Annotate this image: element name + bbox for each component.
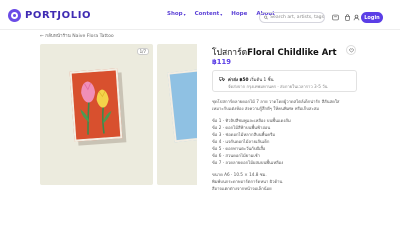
postcard-artwork-blue <box>167 67 197 143</box>
favorite-button[interactable] <box>346 45 356 55</box>
shipping-cost: ค่าส่ง ฿50 เริ่มต้น 1 ชิ้น <box>228 78 274 83</box>
truck-icon <box>219 77 225 82</box>
description-line: ข้อ 7 · ลวดลายดอกไม้ผสมบนพื้นเหลือง <box>212 160 284 165</box>
shipping-origin: จัดส่งจาก กรุงเทพมหานคร · ส่งภายในเวลารา… <box>228 84 328 89</box>
description-line: พิมพ์บนกระดาษอาร์ตการ์ดหนา ผิวด้าน <box>212 179 283 184</box>
description-line: ข้อ 2 · ดอกไม้สีฟ้าบนพื้นฟ้าอ่อน <box>212 125 271 130</box>
nav-item-hope[interactable]: Hope <box>231 11 247 17</box>
search-placeholder: Search art, artists, tags <box>270 15 324 20</box>
shipping-info-box: ค่าส่ง ฿50 เริ่มต้น 1 ชิ้น จัดส่งจาก กรุ… <box>212 70 357 92</box>
description-line: ข้อ 3 · ช่อดอกไม้หลากสีบนพื้นครีม <box>212 132 276 137</box>
description-line: ข้อ 1 · ทิวลิปสีชมพูและเหลือง บนพื้นแดงส… <box>212 118 291 123</box>
description-line: ข้อ 4 · แจกันดอกไม้ลายเส้นเด็ก <box>212 139 270 144</box>
description-line: ข้อ 6 · สวนดอกไม้ยามเช้า <box>212 153 260 158</box>
chevron-down-icon: ▾ <box>220 11 223 17</box>
back-to-shop-link[interactable]: ← กลับหน้าร้าน Naive Flora Tattoo <box>40 33 114 40</box>
nav-item-content[interactable]: Content ▾ <box>195 11 223 17</box>
nav-item-shop[interactable]: Shop ▾ <box>167 11 186 17</box>
account-button[interactable] <box>352 13 360 21</box>
description-line: ชุดโปสการ์ดลายดอกไม้ 7 ลาย วาดโดยผู้วาดส… <box>212 99 340 104</box>
bookmark-button[interactable] <box>331 13 339 21</box>
heart-icon <box>348 48 354 53</box>
description-line: สีอาจแตกต่างจากหน้าจอเล็กน้อย <box>212 186 272 191</box>
description-line: ขนาด A6 · 10.5 × 14.8 ซม. <box>212 172 267 177</box>
image-counter-badge: 1/7 <box>136 48 149 55</box>
product-description: ชุดโปสการ์ดลายดอกไม้ 7 ลาย วาดโดยผู้วาดส… <box>212 98 360 192</box>
chevron-down-icon: ▾ <box>183 11 186 17</box>
top-navbar: PORTJOLIO Shop ▾ Content ▾ Hope About Sear… <box>0 0 400 30</box>
bookmark-icon <box>331 14 339 20</box>
tulip-illustration <box>71 70 121 140</box>
logo-text: PORTJOLIO <box>25 10 92 21</box>
description-line: เหมาะกับแต่งห้อง ส่งความรู้สึกดีๆ ให้คนพ… <box>212 106 320 111</box>
postcard-artwork <box>69 68 123 142</box>
main-product-image[interactable]: 1/7 <box>40 44 153 185</box>
logo[interactable]: PORTJOLIO <box>8 9 91 22</box>
description-line: ข้อ 5 · ดอกทานตะวันกับผีเสื้อ <box>212 146 266 151</box>
product-price: ฿119 <box>212 58 231 66</box>
secondary-product-image[interactable] <box>157 44 197 185</box>
product-title: โปสการ์ดFloral Childlike Art <box>212 48 337 58</box>
search-input[interactable]: Search art, artists, tags <box>259 12 325 23</box>
user-icon <box>353 14 359 20</box>
login-button[interactable]: Login <box>361 12 383 23</box>
cart-button[interactable] <box>343 13 351 21</box>
bag-icon <box>344 13 350 21</box>
search-icon <box>264 15 268 20</box>
logo-mark-icon <box>8 9 21 22</box>
